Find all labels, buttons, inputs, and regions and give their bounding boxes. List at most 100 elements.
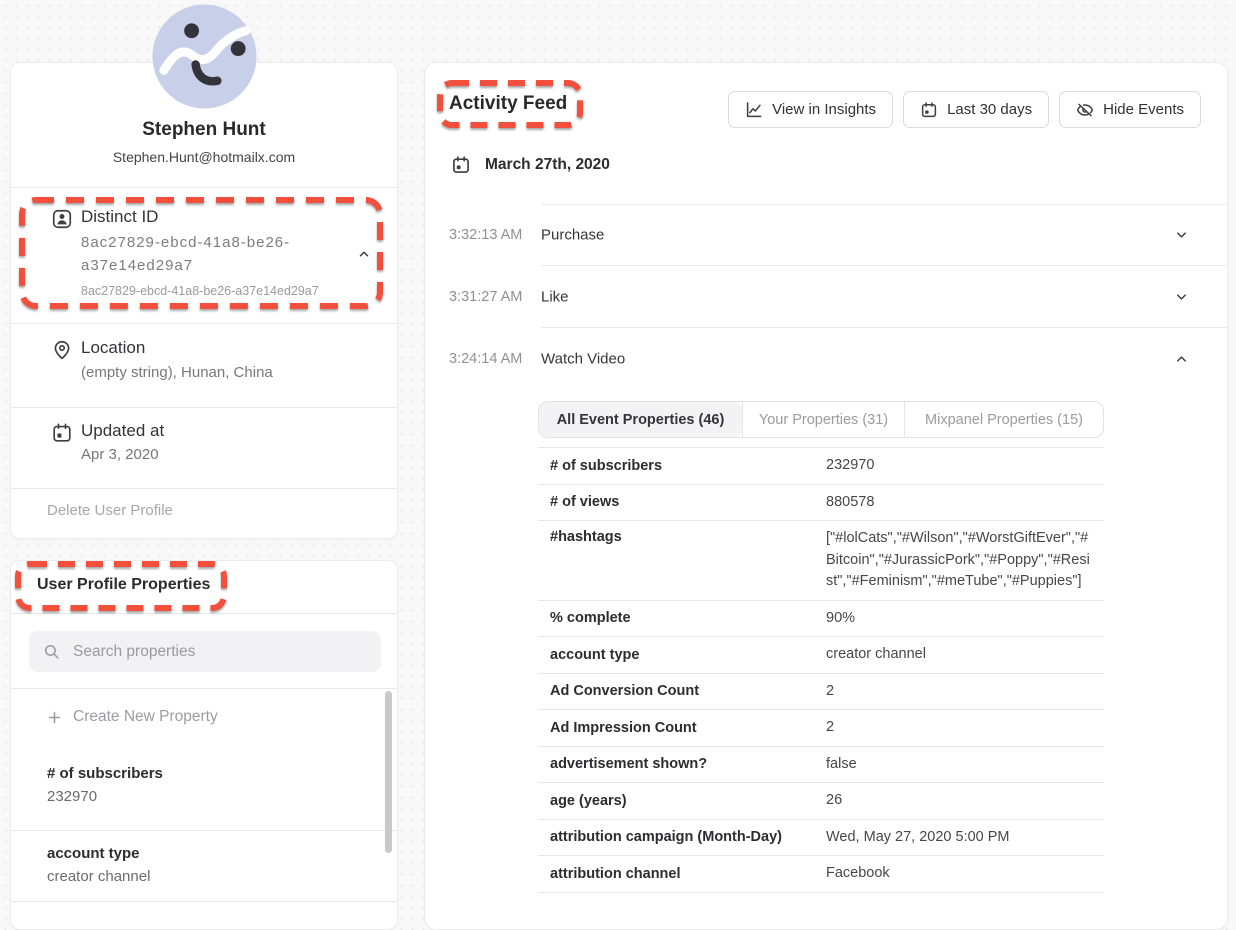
property-value: 880578 xyxy=(826,485,1104,521)
feed-toolbar: View in Insights Last 30 days Hide Event… xyxy=(728,91,1201,128)
feed-date-header: March 27th, 2020 xyxy=(451,155,610,175)
hide-events-label: Hide Events xyxy=(1103,101,1184,118)
updated-at-label: Updated at xyxy=(81,421,164,441)
date-range-button[interactable]: Last 30 days xyxy=(903,91,1049,128)
create-new-property-button[interactable]: Create New Property xyxy=(47,708,218,726)
event-name: Watch Video xyxy=(541,351,625,368)
table-row: # of subscribers 232970 xyxy=(538,448,1104,485)
property-value: ["#lolCats","#Wilson","#WorstGiftEver","… xyxy=(826,521,1104,600)
divider xyxy=(11,323,397,324)
distinct-id-value-line2: a37e14ed29a7 xyxy=(81,254,341,277)
chevron-up-icon[interactable] xyxy=(357,247,371,261)
property-name: % complete xyxy=(538,610,826,626)
event-properties-table: # of subscribers 232970 # of views 88057… xyxy=(538,447,1104,893)
tab-all-event-properties[interactable]: All Event Properties (46) xyxy=(539,402,742,437)
divider xyxy=(11,830,397,831)
property-value: 90% xyxy=(826,601,1104,637)
event-time: 3:32:13 AM xyxy=(449,227,522,243)
table-row: attribution channel Facebook xyxy=(538,856,1104,893)
search-properties-input[interactable] xyxy=(29,631,381,672)
chevron-down-icon[interactable] xyxy=(1174,228,1189,243)
property-name: advertisement shown? xyxy=(538,756,826,772)
calendar-icon xyxy=(451,155,471,175)
table-row: # of views 880578 xyxy=(538,485,1104,522)
property-value: 232970 xyxy=(47,788,97,805)
eye-off-icon xyxy=(1076,101,1094,119)
property-name: # of subscribers xyxy=(538,458,826,474)
distinct-id-value-line1: 8ac27829-ebcd-41a8-be26- xyxy=(81,231,341,254)
table-row: Ad Conversion Count 2 xyxy=(538,674,1104,711)
property-value: Wed, May 27, 2020 5:00 PM xyxy=(826,820,1104,856)
plus-icon xyxy=(47,710,62,725)
search-properties-box xyxy=(29,631,381,672)
line-chart-icon xyxy=(745,101,763,119)
event-row[interactable]: 3:24:14 AM Watch Video xyxy=(425,328,1227,390)
property-value: 26 xyxy=(826,783,1104,819)
property-name: # of subscribers xyxy=(47,765,163,782)
user-profile-card: Stephen Hunt Stephen.Hunt@hotmailx.com D… xyxy=(10,62,398,539)
feed-date-text: March 27th, 2020 xyxy=(485,156,610,174)
divider xyxy=(11,613,397,614)
user-profile-properties-card: User Profile Properties Create New Prope… xyxy=(10,560,398,930)
event-row[interactable]: 3:31:27 AM Like xyxy=(425,266,1227,328)
divider xyxy=(11,688,397,689)
property-name: attribution campaign (Month-Day) xyxy=(538,829,826,845)
property-value: 2 xyxy=(826,674,1104,710)
property-name: #hashtags xyxy=(538,521,826,545)
table-row: age (years) 26 xyxy=(538,783,1104,820)
chevron-up-icon[interactable] xyxy=(1174,352,1189,367)
divider xyxy=(11,488,397,489)
event-name: Purchase xyxy=(541,227,604,244)
table-row: attribution campaign (Month-Day) Wed, Ma… xyxy=(538,820,1104,857)
user-avatar-icon xyxy=(152,4,257,109)
mixpanel-user-profile-page: { "colors": { "annotation_red": "#f2503d… xyxy=(0,0,1236,908)
event-properties-tabs: All Event Properties (46) Your Propertie… xyxy=(538,401,1104,438)
scrollbar-thumb[interactable] xyxy=(385,691,392,853)
divider xyxy=(11,901,397,902)
table-row: #hashtags ["#lolCats","#Wilson","#WorstG… xyxy=(538,521,1104,601)
divider xyxy=(11,407,397,408)
event-list: 3:32:13 AM Purchase 3:31:27 AM Like 3:24… xyxy=(425,204,1227,390)
event-name: Like xyxy=(541,289,569,306)
user-email: Stephen.Hunt@hotmailx.com xyxy=(11,149,397,165)
property-name: account type xyxy=(47,845,140,862)
table-row: % complete 90% xyxy=(538,601,1104,638)
calendar-icon xyxy=(920,101,938,119)
event-row[interactable]: 3:32:13 AM Purchase xyxy=(425,204,1227,266)
view-in-insights-button[interactable]: View in Insights xyxy=(728,91,893,128)
table-row: advertisement shown? false xyxy=(538,747,1104,784)
divider xyxy=(11,187,397,188)
delete-user-profile-button[interactable]: Delete User Profile xyxy=(47,502,173,519)
property-name: attribution channel xyxy=(538,866,826,882)
tab-your-properties[interactable]: Your Properties (31) xyxy=(742,402,904,437)
property-value: 2 xyxy=(826,710,1104,746)
id-badge-icon xyxy=(51,208,73,230)
distinct-id-sub-value: 8ac27829-ebcd-41a8-be26-a37e14ed29a7 xyxy=(81,284,319,298)
activity-feed-card: Activity Feed View in Insights Last 30 d… xyxy=(424,62,1228,930)
date-range-label: Last 30 days xyxy=(947,101,1032,118)
event-time: 3:31:27 AM xyxy=(449,289,522,305)
property-name: account type xyxy=(538,647,826,663)
distinct-id-value: 8ac27829-ebcd-41a8-be26- a37e14ed29a7 xyxy=(81,231,341,277)
view-in-insights-label: View in Insights xyxy=(772,101,876,118)
property-name: # of views xyxy=(538,494,826,510)
property-value: creator channel xyxy=(826,637,1104,673)
property-name: Ad Conversion Count xyxy=(538,683,826,699)
hide-events-button[interactable]: Hide Events xyxy=(1059,91,1201,128)
calendar-icon xyxy=(51,422,73,444)
event-detail-panel: All Event Properties (46) Your Propertie… xyxy=(538,401,1104,893)
create-new-property-label: Create New Property xyxy=(73,708,218,726)
property-name: Ad Impression Count xyxy=(538,720,826,736)
location-value: (empty string), Hunan, China xyxy=(81,364,273,381)
chevron-down-icon[interactable] xyxy=(1174,290,1189,305)
property-name: age (years) xyxy=(538,793,826,809)
table-row: account type creator channel xyxy=(538,637,1104,674)
activity-feed-title: Activity Feed xyxy=(449,93,567,115)
property-value: 232970 xyxy=(826,448,1104,484)
property-value: Facebook xyxy=(826,856,1104,892)
event-time: 3:24:14 AM xyxy=(449,351,522,367)
tab-mixpanel-properties[interactable]: Mixpanel Properties (15) xyxy=(904,402,1103,437)
property-value: false xyxy=(826,747,1104,783)
user-name: Stephen Hunt xyxy=(11,119,397,141)
property-value: creator channel xyxy=(47,868,150,885)
